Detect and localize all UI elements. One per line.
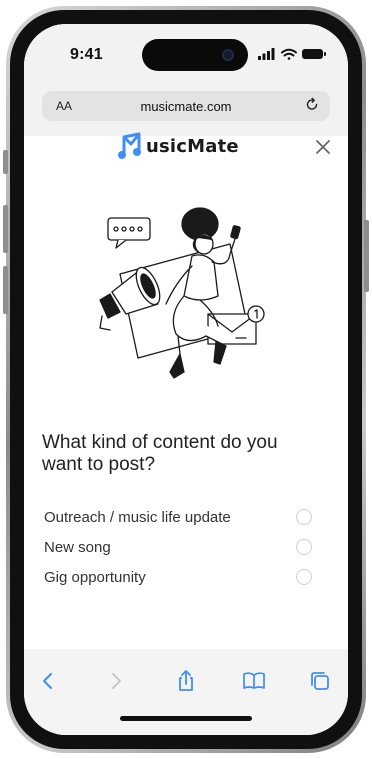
status-icons xyxy=(258,48,326,60)
volume-down-button xyxy=(3,266,8,314)
browser-toolbar xyxy=(24,649,348,735)
reload-icon[interactable] xyxy=(304,97,320,113)
signal-icon xyxy=(258,48,275,60)
options-list: Outreach / music life update New song Gi… xyxy=(44,502,326,592)
radio-button[interactable] xyxy=(296,509,312,525)
camera-icon xyxy=(222,49,234,61)
music-note-logo-icon xyxy=(118,132,141,159)
woman-with-megaphone-illustration xyxy=(99,207,265,379)
option-gig-opportunity[interactable]: Gig opportunity xyxy=(44,562,326,592)
option-label: Outreach / music life update xyxy=(44,508,231,526)
book-icon[interactable] xyxy=(242,669,266,693)
logo-text: usicMate xyxy=(146,135,239,157)
address-bar[interactable]: AA musicmate.com xyxy=(42,91,330,121)
silent-switch xyxy=(3,150,8,174)
power-button xyxy=(364,220,369,292)
chevron-left-icon[interactable] xyxy=(36,669,60,693)
wifi-icon xyxy=(281,48,297,60)
chevron-right-icon[interactable] xyxy=(104,669,128,693)
share-icon[interactable] xyxy=(174,669,198,693)
close-icon[interactable] xyxy=(310,134,336,160)
status-bar: 9:41 xyxy=(24,24,348,82)
option-label: New song xyxy=(44,538,111,556)
radio-button[interactable] xyxy=(296,539,312,555)
dynamic-island xyxy=(142,39,248,71)
question-title: What kind of content do you want to post… xyxy=(42,432,278,475)
option-new-song[interactable]: New song xyxy=(44,532,326,562)
tabs-icon[interactable] xyxy=(308,669,332,693)
home-indicator[interactable] xyxy=(120,716,252,721)
url-text[interactable]: musicmate.com xyxy=(42,99,330,114)
option-label: Gig opportunity xyxy=(44,568,146,586)
option-outreach[interactable]: Outreach / music life update xyxy=(44,502,326,532)
battery-icon xyxy=(302,49,326,59)
radio-button[interactable] xyxy=(296,569,312,585)
status-time: 9:41 xyxy=(70,46,103,63)
volume-up-button xyxy=(3,205,8,253)
screen: 9:41 AA musicmate.com usicMate What kind… xyxy=(24,24,348,735)
browser-address-area: AA musicmate.com xyxy=(24,82,348,136)
app-logo: usicMate xyxy=(118,130,239,162)
